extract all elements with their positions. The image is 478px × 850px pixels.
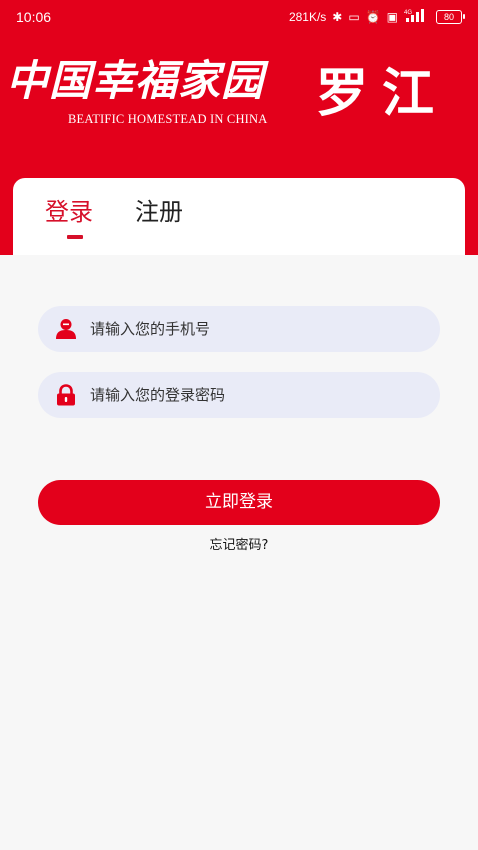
signal-label: 4G [404,10,412,16]
status-time: 10:06 [16,9,52,25]
login-button[interactable]: 立即登录 [38,480,440,525]
phone-input[interactable] [90,306,420,352]
lock-icon [56,384,76,406]
network-speed: 281K/s [288,9,327,24]
user-icon [56,318,76,340]
brand-title-cn: 中国幸福家园 [6,56,265,105]
hd-icon: ▣ [386,9,398,24]
battery-level: 80 [443,11,454,22]
status-bar: 10:06 281K/s ✱ ▭ ⏰ ▣ 4G 80 [0,0,478,34]
vibrate-icon: ▭ [348,9,360,24]
brand-place: 罗江 [316,63,449,124]
forgot-password-link[interactable]: 忘记密码? [0,536,478,556]
alarm-icon: ⏰ [365,9,381,24]
auth-tab-card: 登录 注册 [13,178,465,255]
password-field[interactable] [38,372,440,418]
battery-icon: 80 [436,9,465,24]
status-indicators: 281K/s ✱ ▭ ⏰ ▣ 4G 80 [288,8,465,25]
bluetooth-icon: ✱ [332,9,343,24]
tab-register[interactable]: 注册 [135,196,183,228]
signal-icon: 4G [404,8,430,25]
brand-logo: 中国幸福家园 BEATIFIC HOMESTEAD IN CHINA 罗江 [6,56,472,146]
brand-title-en: BEATIFIC HOMESTEAD IN CHINA [68,112,268,126]
password-input[interactable] [90,372,420,418]
active-tab-indicator [67,235,83,239]
phone-field[interactable] [38,306,440,352]
tab-login[interactable]: 登录 [45,196,93,228]
